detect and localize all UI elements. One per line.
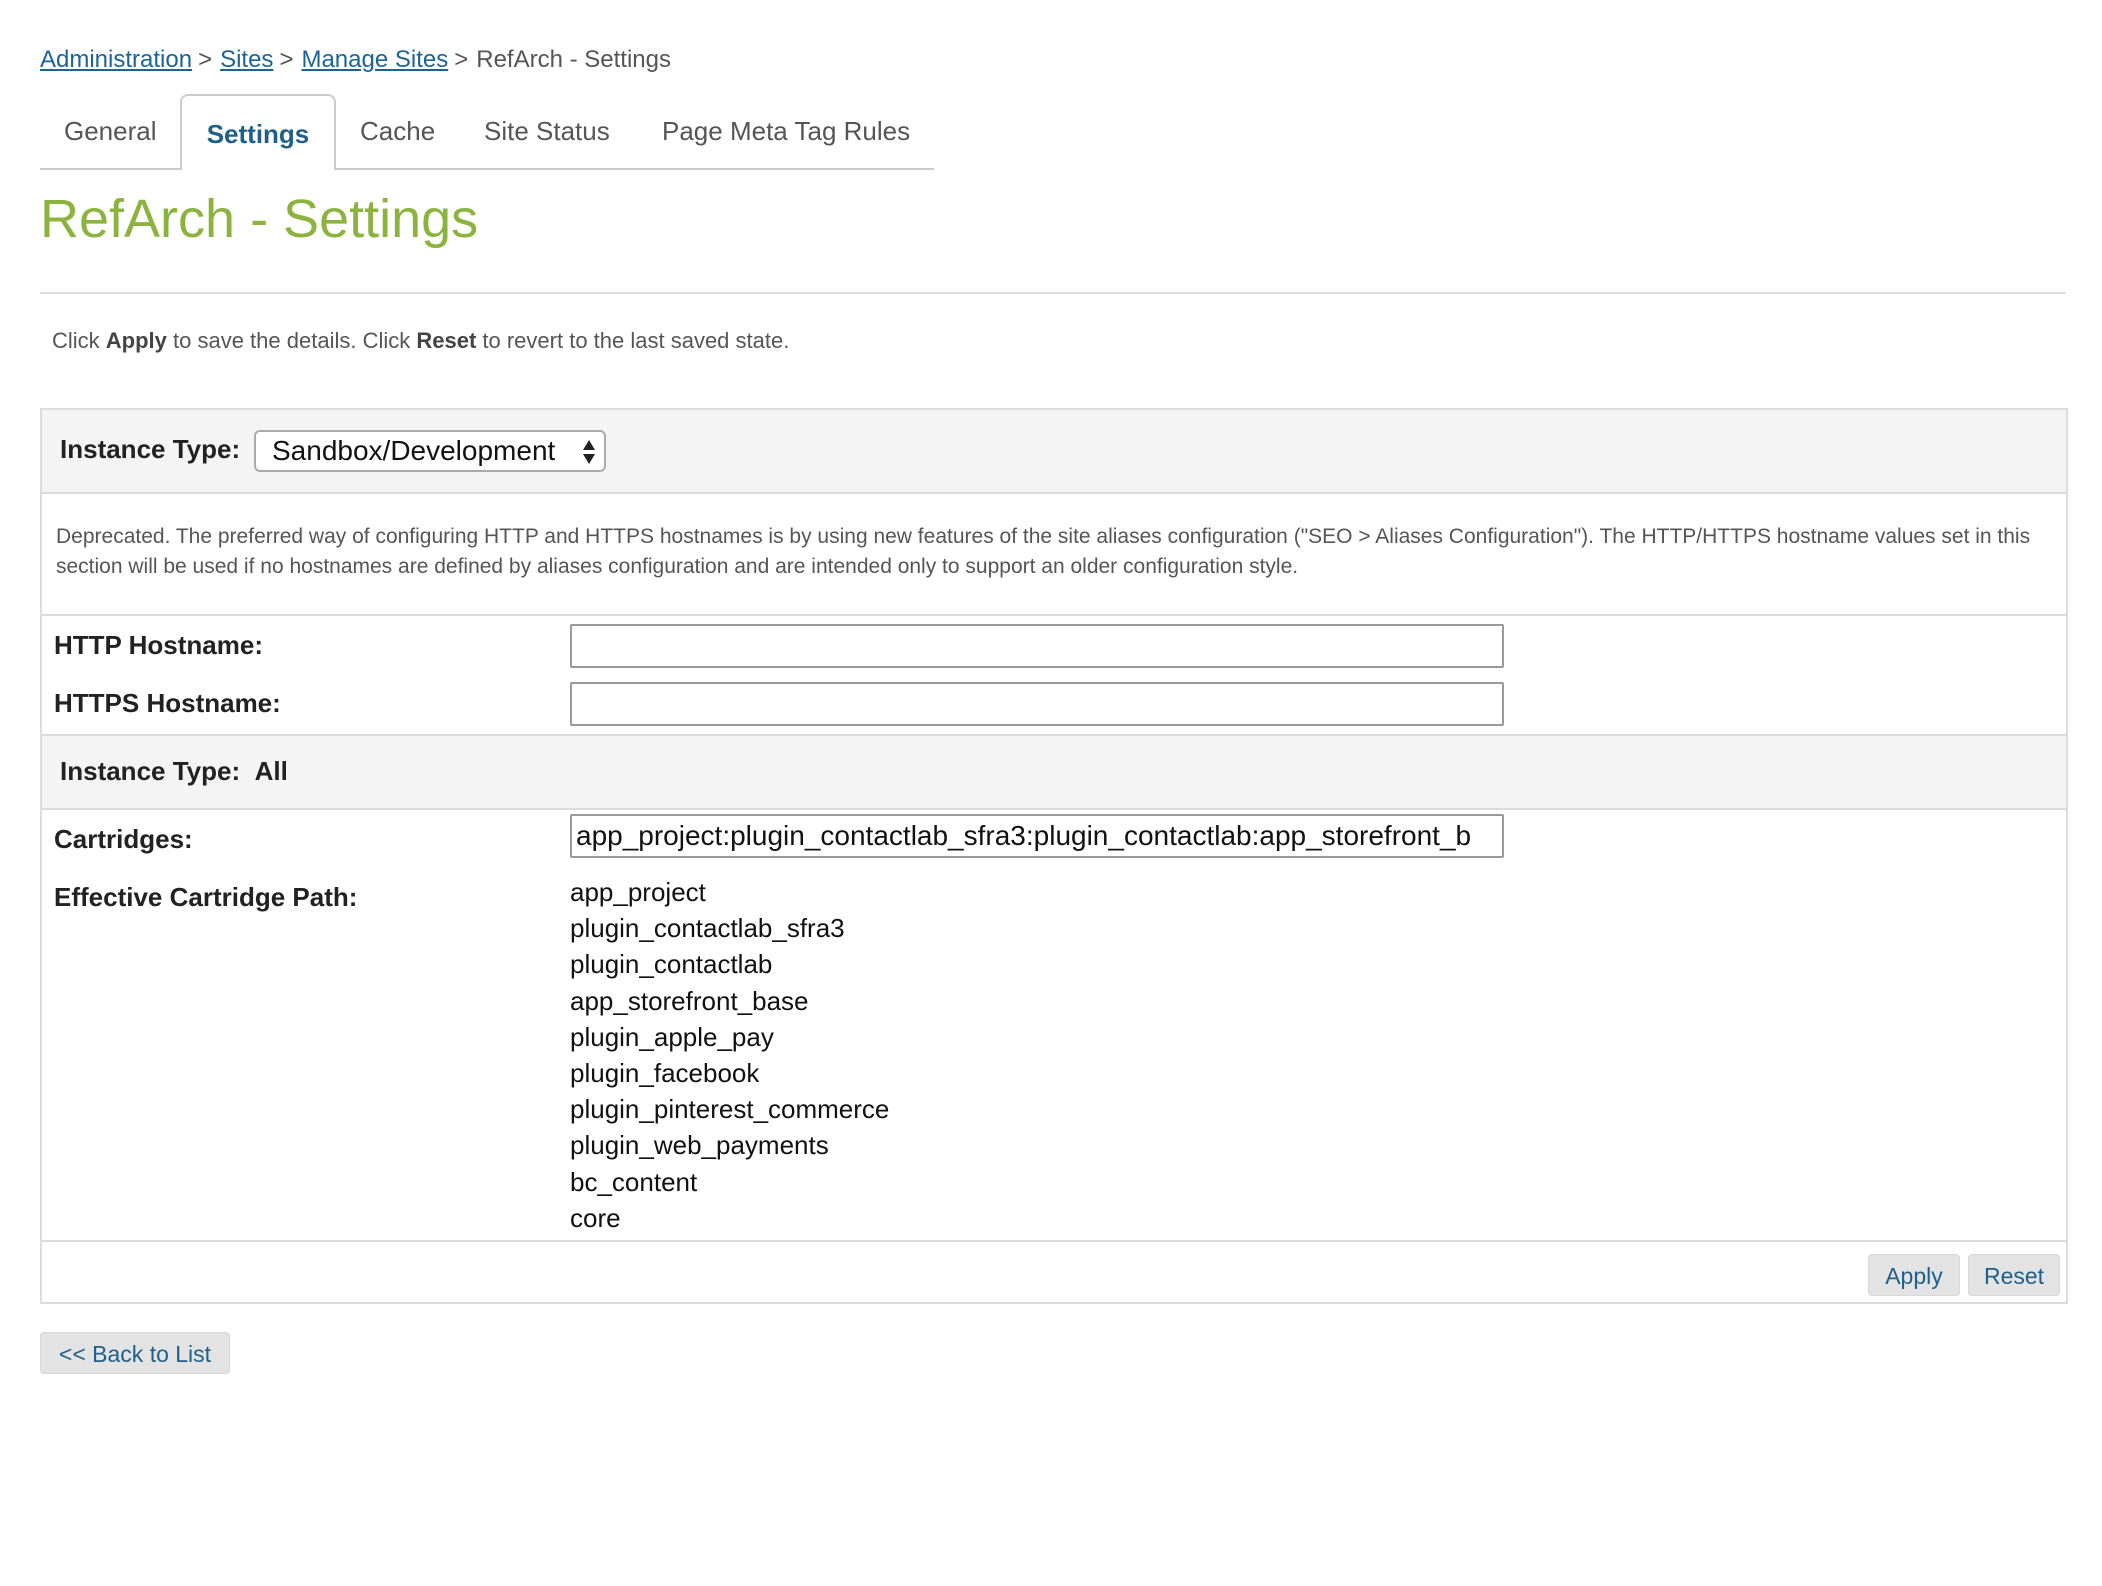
select-arrows-icon: [583, 440, 595, 464]
cartridge-path-item: plugin_apple_pay: [570, 1021, 774, 1052]
page-title: RefArch - Settings: [40, 189, 479, 249]
cartridge-path-item: plugin_contactlab: [570, 949, 773, 980]
instructions-part: Click: [52, 328, 106, 353]
back-to-list-button[interactable]: << Back to List: [40, 1332, 230, 1374]
instructions-reset-word: Reset: [416, 328, 477, 353]
tab-general[interactable]: General: [64, 94, 157, 168]
http-hostname-label: HTTP Hostname:: [54, 630, 263, 660]
tab-cache[interactable]: Cache: [360, 94, 435, 168]
cartridge-path-item: app_project: [570, 877, 706, 907]
settings-form-panel: Instance Type: Sandbox/Development Depre…: [40, 408, 2068, 1304]
instructions-part: to revert to the last saved state.: [476, 328, 790, 353]
settings-page: Administration > Sites > Manage Sites > RefArc…: [0, 0, 2102, 1586]
cartridges-label: Cartridges:: [54, 824, 193, 854]
breadcrumb: Administration > Sites > Manage Sites > RefArc…: [40, 44, 671, 76]
breadcrumb-separator: >: [279, 46, 294, 73]
section-divider: [42, 614, 2066, 616]
breadcrumb-current: RefArch - Settings: [476, 46, 671, 73]
instance-type-label: Instance Type:: [60, 434, 241, 464]
instance-type-selected-value: Sandbox/Development: [272, 435, 556, 466]
cartridge-path-item: plugin_web_payments: [570, 1130, 829, 1161]
footer-divider: [42, 1240, 2066, 1242]
cartridge-path-item: plugin_contactlab_sfra3: [570, 913, 845, 944]
instance-type-all-caption: Instance Type:: [60, 756, 241, 786]
breadcrumb-administration-link[interactable]: Administration: [40, 46, 192, 73]
https-hostname-input[interactable]: [570, 682, 1504, 726]
cartridge-path-item: plugin_facebook: [570, 1058, 760, 1089]
cartridges-input[interactable]: app_project:plugin_contactlab_sfra3:plug…: [570, 814, 1504, 858]
cartridge-path-item: bc_content: [570, 1166, 698, 1197]
breadcrumb-manage-sites-link[interactable]: Manage Sites: [301, 46, 448, 73]
breadcrumb-separator: >: [454, 46, 469, 73]
deprecated-note: Deprecated. The preferred way of configu…: [56, 525, 2031, 578]
reset-button[interactable]: Reset: [1968, 1254, 2060, 1296]
instructions-part: to save the details. Click: [166, 328, 417, 353]
http-hostname-input[interactable]: [570, 624, 1504, 668]
breadcrumb-sites-link[interactable]: Sites: [220, 46, 273, 73]
instance-type-all-label: Instance Type: All: [60, 756, 288, 787]
cartridge-path-item: plugin_pinterest_commerce: [570, 1094, 890, 1125]
tab-settings[interactable]: Settings: [180, 94, 336, 170]
cartridge-path-item: core: [570, 1202, 621, 1233]
breadcrumb-separator: >: [198, 46, 213, 73]
instance-type-all-value: All: [254, 756, 288, 786]
instructions-apply-word: Apply: [105, 328, 167, 353]
https-hostname-label: HTTPS Hostname:: [54, 688, 281, 718]
effective-cartridge-path-label: Effective Cartridge Path:: [54, 882, 358, 912]
tab-bar: General Settings Cache Site Status Page …: [40, 94, 934, 170]
title-divider: [40, 292, 2066, 294]
apply-button[interactable]: Apply: [1868, 1254, 1960, 1296]
instance-type-select[interactable]: Sandbox/Development: [254, 430, 606, 472]
instructions-text: Click Apply to save the details. Click R…: [52, 326, 789, 356]
tab-page-meta-tag-rules[interactable]: Page Meta Tag Rules: [662, 94, 910, 168]
effective-cartridge-path-list: app_project plugin_contactlab_sfra3 plug…: [570, 874, 889, 1236]
instance-type-all-band: Instance Type: All: [42, 734, 2066, 810]
cartridge-path-item: app_storefront_base: [570, 985, 809, 1016]
instance-type-band: Instance Type: Sandbox/Development: [42, 410, 2066, 494]
tab-site-status[interactable]: Site Status: [484, 94, 610, 168]
